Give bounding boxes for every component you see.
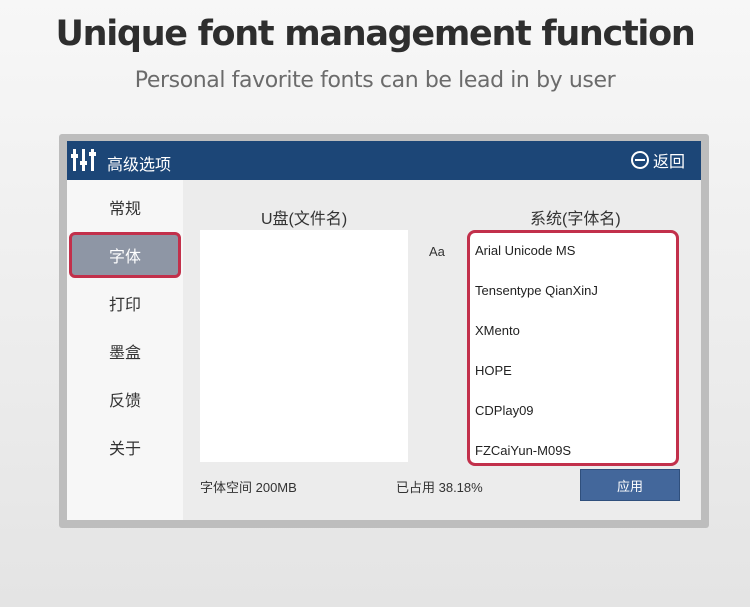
- headline: Unique font management function: [55, 14, 696, 54]
- font-list-item[interactable]: Arial Unicode MS: [475, 240, 675, 262]
- font-space-text: 字体空间 200MB: [200, 480, 297, 495]
- settings-sliders-icon: [71, 149, 96, 171]
- font-list-item[interactable]: HOPE: [475, 360, 675, 382]
- font-preview-label: Aa: [429, 244, 445, 259]
- usb-file-list[interactable]: [200, 230, 408, 462]
- subheadline: Personal favorite fonts can be lead in b…: [134, 68, 616, 93]
- back-button[interactable]: 返回: [630, 149, 685, 171]
- system-column-title: 系统(字体名): [530, 211, 621, 228]
- font-list-item[interactable]: XMento: [475, 320, 675, 342]
- title-bar: 高级选项 返回: [67, 141, 701, 180]
- back-arrow-circle-icon: [630, 151, 649, 169]
- sidebar-item-cartridge[interactable]: 墨盒: [67, 327, 183, 375]
- back-label: 返回: [652, 154, 685, 171]
- font-list-item[interactable]: Tensentype QianXinJ: [475, 280, 675, 302]
- sidebar-item-print[interactable]: 打印: [67, 279, 183, 327]
- font-panel: U盘(文件名) 系统(字体名) Aa Arial Unicode MS Tens…: [183, 180, 701, 520]
- font-list-item[interactable]: FZCaiYun-M09S: [475, 440, 675, 462]
- sidebar: 常规 字体 打印 墨盒 反馈 关于: [67, 180, 183, 520]
- window-title: 高级选项: [107, 157, 172, 174]
- sidebar-item-about[interactable]: 关于: [67, 423, 183, 471]
- usb-column-title: U盘(文件名): [261, 211, 348, 228]
- system-font-list[interactable]: Arial Unicode MS Tensentype QianXinJ XMe…: [467, 230, 679, 466]
- screen: 高级选项 返回 常规 字体 打印 墨盒 反馈 关于 U盘(文件名) 系统(字体名…: [67, 141, 701, 520]
- apply-button[interactable]: 应用: [580, 469, 680, 501]
- sidebar-item-font[interactable]: 字体: [69, 232, 181, 278]
- sidebar-item-feedback[interactable]: 反馈: [67, 375, 183, 423]
- device-frame: 高级选项 返回 常规 字体 打印 墨盒 反馈 关于 U盘(文件名) 系统(字体名…: [59, 134, 709, 528]
- usage-text: 已占用 38.18%: [396, 480, 483, 495]
- font-list-item[interactable]: CDPlay09: [475, 400, 675, 422]
- sidebar-item-general[interactable]: 常规: [67, 183, 183, 231]
